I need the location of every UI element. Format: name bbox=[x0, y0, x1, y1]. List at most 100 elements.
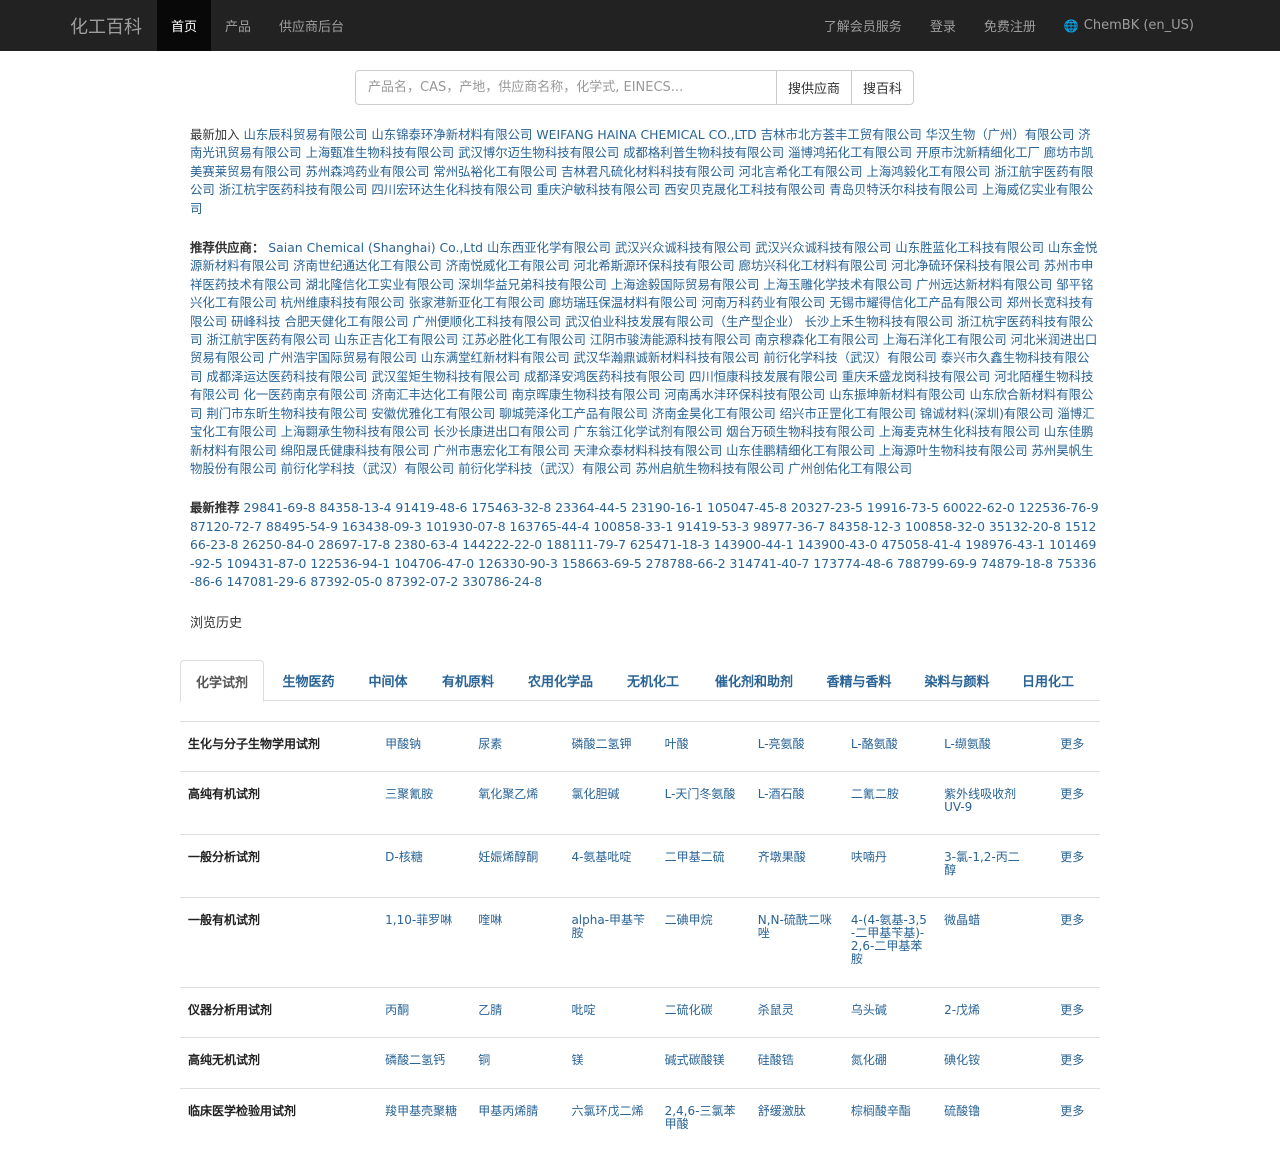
category-item[interactable]: D-核糖 bbox=[385, 851, 478, 897]
category-table: 生化与分子生物学用试剂 甲酸钠 尿素 磷酸二氢钾 叶酸 L-亮氨酸 L-酪氨酸 … bbox=[180, 721, 1100, 1139]
category-item[interactable]: 1,10-菲罗啉 bbox=[385, 914, 478, 987]
category-item[interactable]: 乌头碱 bbox=[851, 1004, 944, 1037]
tab-biomedicine[interactable]: 生物医药 bbox=[264, 660, 353, 701]
category-item[interactable]: 乙腈 bbox=[478, 1004, 571, 1037]
tab-organic-materials[interactable]: 有机原料 bbox=[423, 660, 513, 701]
category-name: 高纯有机试剂 bbox=[188, 787, 261, 802]
table-row: 一般分析试剂 D-核糖 妊娠烯醇酮 4-氨基吡啶 二甲基二硫 齐墩果酸 呋喃丹 … bbox=[180, 835, 1100, 899]
category-item[interactable]: 4-氨基吡啶 bbox=[571, 851, 664, 897]
category-item[interactable]: 磷酸二氢钙 bbox=[385, 1054, 478, 1088]
category-item[interactable]: 尿素 bbox=[478, 738, 571, 771]
category-item[interactable]: 杀鼠灵 bbox=[758, 1004, 851, 1037]
category-item[interactable]: 2-戊烯 bbox=[944, 1004, 1037, 1037]
category-item[interactable]: 二硫化碳 bbox=[665, 1004, 758, 1037]
more-link[interactable]: 更多 bbox=[1060, 788, 1100, 834]
newest-cas-links[interactable]: 29841-69-8 84358-13-4 91419-48-6 175463-… bbox=[190, 500, 1099, 589]
category-item[interactable]: 微晶蜡 bbox=[944, 914, 1037, 987]
tab-catalysts-additives[interactable]: 催化剂和助剂 bbox=[698, 660, 810, 701]
category-item[interactable]: L-酪氨酸 bbox=[851, 738, 944, 771]
category-item[interactable]: 4-(4-氨基-3,5-二甲基苄基)-2,6-二甲基苯胺 bbox=[851, 914, 944, 987]
category-item[interactable]: 甲酸钠 bbox=[385, 738, 478, 771]
tab-agrochemicals[interactable]: 农用化学品 bbox=[513, 660, 608, 701]
category-item[interactable]: 氮化硼 bbox=[851, 1054, 944, 1088]
nav-left: 化工百科 首页 产品 供应商后台 bbox=[55, 0, 358, 51]
category-name: 一般有机试剂 bbox=[188, 913, 261, 928]
search-encyclopedia-button[interactable]: 搜百科 bbox=[851, 70, 915, 105]
category-name: 临床医学检验用试剂 bbox=[188, 1104, 297, 1119]
category-section: 化学试剂 生物医药 中间体 有机原料 农用化学品 无机化工 催化剂和助剂 香精与… bbox=[180, 660, 1100, 1139]
category-item[interactable]: L-缬氨酸 bbox=[944, 738, 1037, 771]
category-item[interactable]: alpha-甲基苄胺 bbox=[571, 914, 664, 987]
category-item[interactable]: 硫酸镥 bbox=[944, 1105, 1037, 1139]
category-item[interactable]: 叶酸 bbox=[665, 738, 758, 771]
category-item[interactable]: 镁 bbox=[571, 1054, 664, 1088]
category-item[interactable]: 铜 bbox=[478, 1054, 571, 1088]
main-content: 最新加入 山东辰科贸易有限公司 山东锦泰环净新材料有限公司 WEIFANG HA… bbox=[190, 126, 1100, 631]
nav-login[interactable]: 登录 bbox=[916, 0, 970, 51]
category-item[interactable]: 甲基丙烯腈 bbox=[478, 1105, 571, 1139]
category-item[interactable]: 舒缓激肽 bbox=[758, 1105, 851, 1139]
nav-right: 了解会员服务 登录 免费注册 🌐 ChemBK (en_US) bbox=[810, 0, 1208, 51]
category-item[interactable]: 磷酸二氢钾 bbox=[571, 738, 664, 771]
category-item[interactable]: 棕榈酸辛酯 bbox=[851, 1105, 944, 1139]
category-item[interactable]: 二碘甲烷 bbox=[665, 914, 758, 987]
nav-supplier-backend[interactable]: 供应商后台 bbox=[265, 0, 358, 51]
category-item[interactable]: 吡啶 bbox=[571, 1004, 664, 1037]
tab-dyes-pigments[interactable]: 染料与颜料 bbox=[908, 660, 1006, 701]
category-item[interactable]: L-亮氨酸 bbox=[758, 738, 851, 771]
category-item[interactable]: 紫外线吸收剂UV-9 bbox=[944, 788, 1037, 834]
category-item[interactable]: N,N-硫酰二咪唑 bbox=[758, 914, 851, 987]
language-label: ChemBK (en_US) bbox=[1083, 18, 1194, 33]
more-link[interactable]: 更多 bbox=[1060, 1105, 1100, 1139]
brand-logo[interactable]: 化工百科 bbox=[55, 0, 157, 51]
category-item[interactable]: 氯化胆碱 bbox=[571, 788, 664, 834]
category-item[interactable]: 硅酸锆 bbox=[758, 1054, 851, 1088]
category-item[interactable]: 2,4,6-三氯苯甲酸 bbox=[665, 1105, 758, 1139]
category-item[interactable]: L-酒石酸 bbox=[758, 788, 851, 834]
category-item[interactable]: 羧甲基壳聚糖 bbox=[385, 1105, 478, 1139]
category-item[interactable]: 丙酮 bbox=[385, 1004, 478, 1037]
category-item[interactable]: 三聚氰胺 bbox=[385, 788, 478, 834]
category-item[interactable]: 呋喃丹 bbox=[851, 851, 944, 897]
top-navbar: 化工百科 首页 产品 供应商后台 了解会员服务 登录 免费注册 🌐 ChemBK… bbox=[0, 0, 1280, 51]
category-item[interactable]: 喹啉 bbox=[478, 914, 571, 987]
globe-icon: 🌐 bbox=[1063, 18, 1079, 33]
tab-chemical-reagents[interactable]: 化学试剂 bbox=[180, 660, 264, 703]
search-input[interactable] bbox=[355, 70, 777, 105]
category-item[interactable]: 二甲基二硫 bbox=[665, 851, 758, 897]
category-item[interactable]: L-天门冬氨酸 bbox=[665, 788, 758, 834]
more-link[interactable]: 更多 bbox=[1060, 851, 1100, 897]
nav-language[interactable]: 🌐 ChemBK (en_US) bbox=[1050, 0, 1208, 51]
tab-flavors-fragrances[interactable]: 香精与香料 bbox=[810, 660, 908, 701]
more-link[interactable]: 更多 bbox=[1060, 1004, 1100, 1037]
search-bar: 搜供应商 搜百科 bbox=[355, 70, 1280, 105]
category-item[interactable]: 齐墩果酸 bbox=[758, 851, 851, 897]
browse-history: 浏览历史 bbox=[190, 616, 243, 632]
nav-home[interactable]: 首页 bbox=[157, 0, 212, 51]
latest-suppliers-links[interactable]: 山东辰科贸易有限公司 山东锦泰环净新材料有限公司 WEIFANG HAINA C… bbox=[190, 127, 1093, 216]
category-name: 生化与分子生物学用试剂 bbox=[188, 737, 321, 752]
nav-membership[interactable]: 了解会员服务 bbox=[810, 0, 916, 51]
newest-label: 最新推荐 bbox=[190, 500, 240, 516]
tab-inorganic-chemicals[interactable]: 无机化工 bbox=[608, 660, 698, 701]
latest-suppliers-block: 最新加入 山东辰科贸易有限公司 山东锦泰环净新材料有限公司 WEIFANG HA… bbox=[190, 126, 1100, 218]
nav-register[interactable]: 免费注册 bbox=[970, 0, 1050, 51]
search-supplier-button[interactable]: 搜供应商 bbox=[776, 70, 853, 105]
tab-daily-chemicals[interactable]: 日用化工 bbox=[1006, 660, 1090, 701]
category-item[interactable]: 3-氯-1,2-丙二醇 bbox=[944, 851, 1037, 897]
more-link[interactable]: 更多 bbox=[1060, 914, 1100, 987]
more-link[interactable]: 更多 bbox=[1060, 1054, 1100, 1088]
table-row: 一般有机试剂 1,10-菲罗啉 喹啉 alpha-甲基苄胺 二碘甲烷 N,N-硫… bbox=[180, 898, 1100, 989]
category-item[interactable]: 碘化铵 bbox=[944, 1054, 1037, 1088]
more-link[interactable]: 更多 bbox=[1060, 738, 1100, 771]
recommended-suppliers-links[interactable]: Saian Chemical (Shanghai) Co.,Ltd 山东西亚化学… bbox=[190, 240, 1098, 476]
category-item[interactable]: 妊娠烯醇酮 bbox=[478, 851, 571, 897]
category-item[interactable]: 碱式碳酸镁 bbox=[665, 1054, 758, 1088]
category-item[interactable]: 氧化聚乙烯 bbox=[478, 788, 571, 834]
category-item[interactable]: 二氰二胺 bbox=[851, 788, 944, 834]
category-name: 仪器分析用试剂 bbox=[188, 1003, 273, 1018]
category-item[interactable]: 六氯环戊二烯 bbox=[571, 1105, 664, 1139]
nav-products[interactable]: 产品 bbox=[211, 0, 265, 51]
tab-intermediates[interactable]: 中间体 bbox=[353, 660, 423, 701]
category-name: 一般分析试剂 bbox=[188, 850, 261, 865]
